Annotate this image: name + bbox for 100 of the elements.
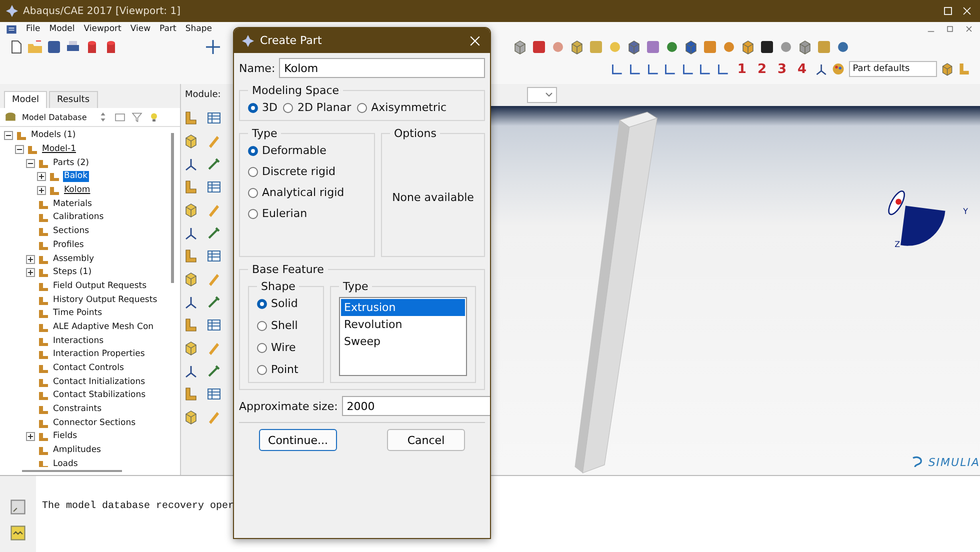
tree-item[interactable]: Interaction Properties <box>52 349 146 360</box>
tree-item[interactable]: Materials <box>52 198 93 210</box>
menu-item[interactable]: Shape <box>185 24 212 34</box>
window-menu-icon[interactable] <box>6 24 17 34</box>
cube-icon[interactable] <box>183 271 199 287</box>
menu-item[interactable]: Part <box>160 24 176 34</box>
tree-item[interactable]: Contact Initializations <box>52 376 146 388</box>
l-shape-icon[interactable] <box>183 386 199 402</box>
radio-option[interactable]: Shell <box>257 319 315 332</box>
expand-icon[interactable] <box>37 186 46 196</box>
cube-icon[interactable] <box>626 39 642 55</box>
wrench-icon[interactable] <box>206 363 222 379</box>
expand-icon[interactable] <box>37 172 46 182</box>
message-icon[interactable] <box>9 498 27 516</box>
tree-item[interactable]: History Output Requests <box>52 294 158 306</box>
radio-icon[interactable] <box>283 102 294 112</box>
radio-option[interactable]: Eulerian <box>248 207 366 220</box>
collapse-icon[interactable] <box>4 131 13 140</box>
menu-item[interactable]: Viewport <box>84 24 122 34</box>
tree-item[interactable]: Loads <box>52 458 79 467</box>
palette-icon[interactable] <box>831 61 846 77</box>
circle-icon[interactable] <box>664 39 680 55</box>
dialog-button[interactable]: Continue... <box>259 429 337 451</box>
axis-icon[interactable] <box>183 363 199 379</box>
scrollbar[interactable] <box>22 470 122 472</box>
wrench-icon[interactable] <box>206 294 222 310</box>
feature-type-list[interactable]: Extrusion Revolution Sweep <box>339 297 467 376</box>
command-icon[interactable] <box>9 524 27 542</box>
panel-tab[interactable]: Model <box>4 91 48 108</box>
table-icon[interactable] <box>206 317 222 333</box>
expand-icon[interactable] <box>26 268 35 278</box>
radio-option[interactable]: Deformable <box>248 144 366 157</box>
name-field[interactable]: Kolom <box>279 58 485 78</box>
tree-item[interactable]: Time Points <box>52 308 104 320</box>
tree-item[interactable]: Kolom <box>63 185 92 196</box>
tree-item[interactable]: Amplitudes <box>52 445 102 456</box>
tree-item[interactable]: Balok <box>63 171 89 182</box>
view-button[interactable]: 1 <box>733 62 750 76</box>
collapse-icon[interactable] <box>15 145 24 154</box>
wrench-icon[interactable] <box>206 156 222 172</box>
expand-icon[interactable] <box>26 254 35 264</box>
tree-item[interactable]: Constraints <box>52 404 102 416</box>
radio-option[interactable]: Point <box>257 363 315 376</box>
radio-option[interactable]: Analytical rigid <box>248 186 366 199</box>
radio-icon[interactable] <box>357 102 368 112</box>
scrollbar[interactable] <box>171 133 174 283</box>
cube-icon[interactable] <box>683 39 699 55</box>
radio-icon[interactable] <box>257 342 267 352</box>
tree-item[interactable]: Contact Stabilizations <box>52 390 147 402</box>
tree-item[interactable]: Parts (2) <box>52 158 90 169</box>
menu-item[interactable]: File <box>26 24 40 34</box>
radio-icon[interactable] <box>248 146 258 156</box>
table-icon[interactable] <box>206 248 222 264</box>
axis-icon[interactable] <box>183 225 199 241</box>
l-shape-icon[interactable] <box>183 248 199 264</box>
wrench-icon[interactable] <box>206 225 222 241</box>
tree-item[interactable]: Contact Controls <box>52 363 125 374</box>
view-button[interactable]: 4 <box>794 62 811 76</box>
close-icon[interactable] <box>468 34 482 48</box>
panel-tab[interactable]: Results <box>49 91 98 108</box>
filter-icon[interactable] <box>131 111 143 123</box>
l-shape-icon[interactable] <box>183 110 199 126</box>
circle-icon[interactable] <box>721 39 737 55</box>
size-field[interactable]: 2000 <box>342 396 490 416</box>
radio-option[interactable]: Solid <box>257 297 315 310</box>
tree-item[interactable]: Connector Sections <box>52 418 137 429</box>
radio-icon[interactable] <box>257 320 267 330</box>
tree-item[interactable]: Field Output Requests <box>52 280 148 292</box>
circle-icon[interactable] <box>835 39 851 55</box>
tree-item[interactable]: Model-1 <box>41 144 77 156</box>
l-shape-icon[interactable] <box>183 317 199 333</box>
cube-icon[interactable] <box>797 39 813 55</box>
view-button[interactable]: 3 <box>773 62 791 76</box>
list-item[interactable]: Revolution <box>341 316 465 333</box>
radio-icon[interactable] <box>248 102 258 112</box>
expand-icon[interactable] <box>26 432 35 442</box>
radio-icon[interactable] <box>248 166 258 176</box>
tree-item[interactable]: Models (1) <box>30 130 77 142</box>
cube-icon[interactable] <box>940 61 954 77</box>
list-item[interactable]: Extrusion <box>341 299 465 316</box>
radio-icon[interactable] <box>248 188 258 198</box>
radio-option[interactable]: Wire <box>257 341 315 354</box>
cube-icon[interactable] <box>569 39 585 55</box>
tree-item[interactable]: Steps (1) <box>52 267 93 278</box>
cube-icon[interactable] <box>183 409 199 425</box>
tree-item[interactable]: Profiles <box>52 240 85 251</box>
radio-option[interactable]: Discrete rigid <box>248 165 366 178</box>
axis-icon[interactable] <box>183 156 199 172</box>
menu-item[interactable]: View <box>130 24 151 34</box>
move-icon[interactable] <box>205 39 221 55</box>
collapse-icon[interactable] <box>26 158 35 168</box>
table-icon[interactable] <box>206 179 222 195</box>
list-item[interactable]: Sweep <box>341 333 465 350</box>
table-icon[interactable] <box>206 110 222 126</box>
radio-icon[interactable] <box>248 208 258 218</box>
radio-icon[interactable] <box>257 298 267 308</box>
close-icon[interactable] <box>964 24 974 34</box>
tree-item[interactable]: Fields <box>52 431 78 442</box>
cube-icon[interactable] <box>512 39 528 55</box>
table-icon[interactable] <box>206 386 222 402</box>
